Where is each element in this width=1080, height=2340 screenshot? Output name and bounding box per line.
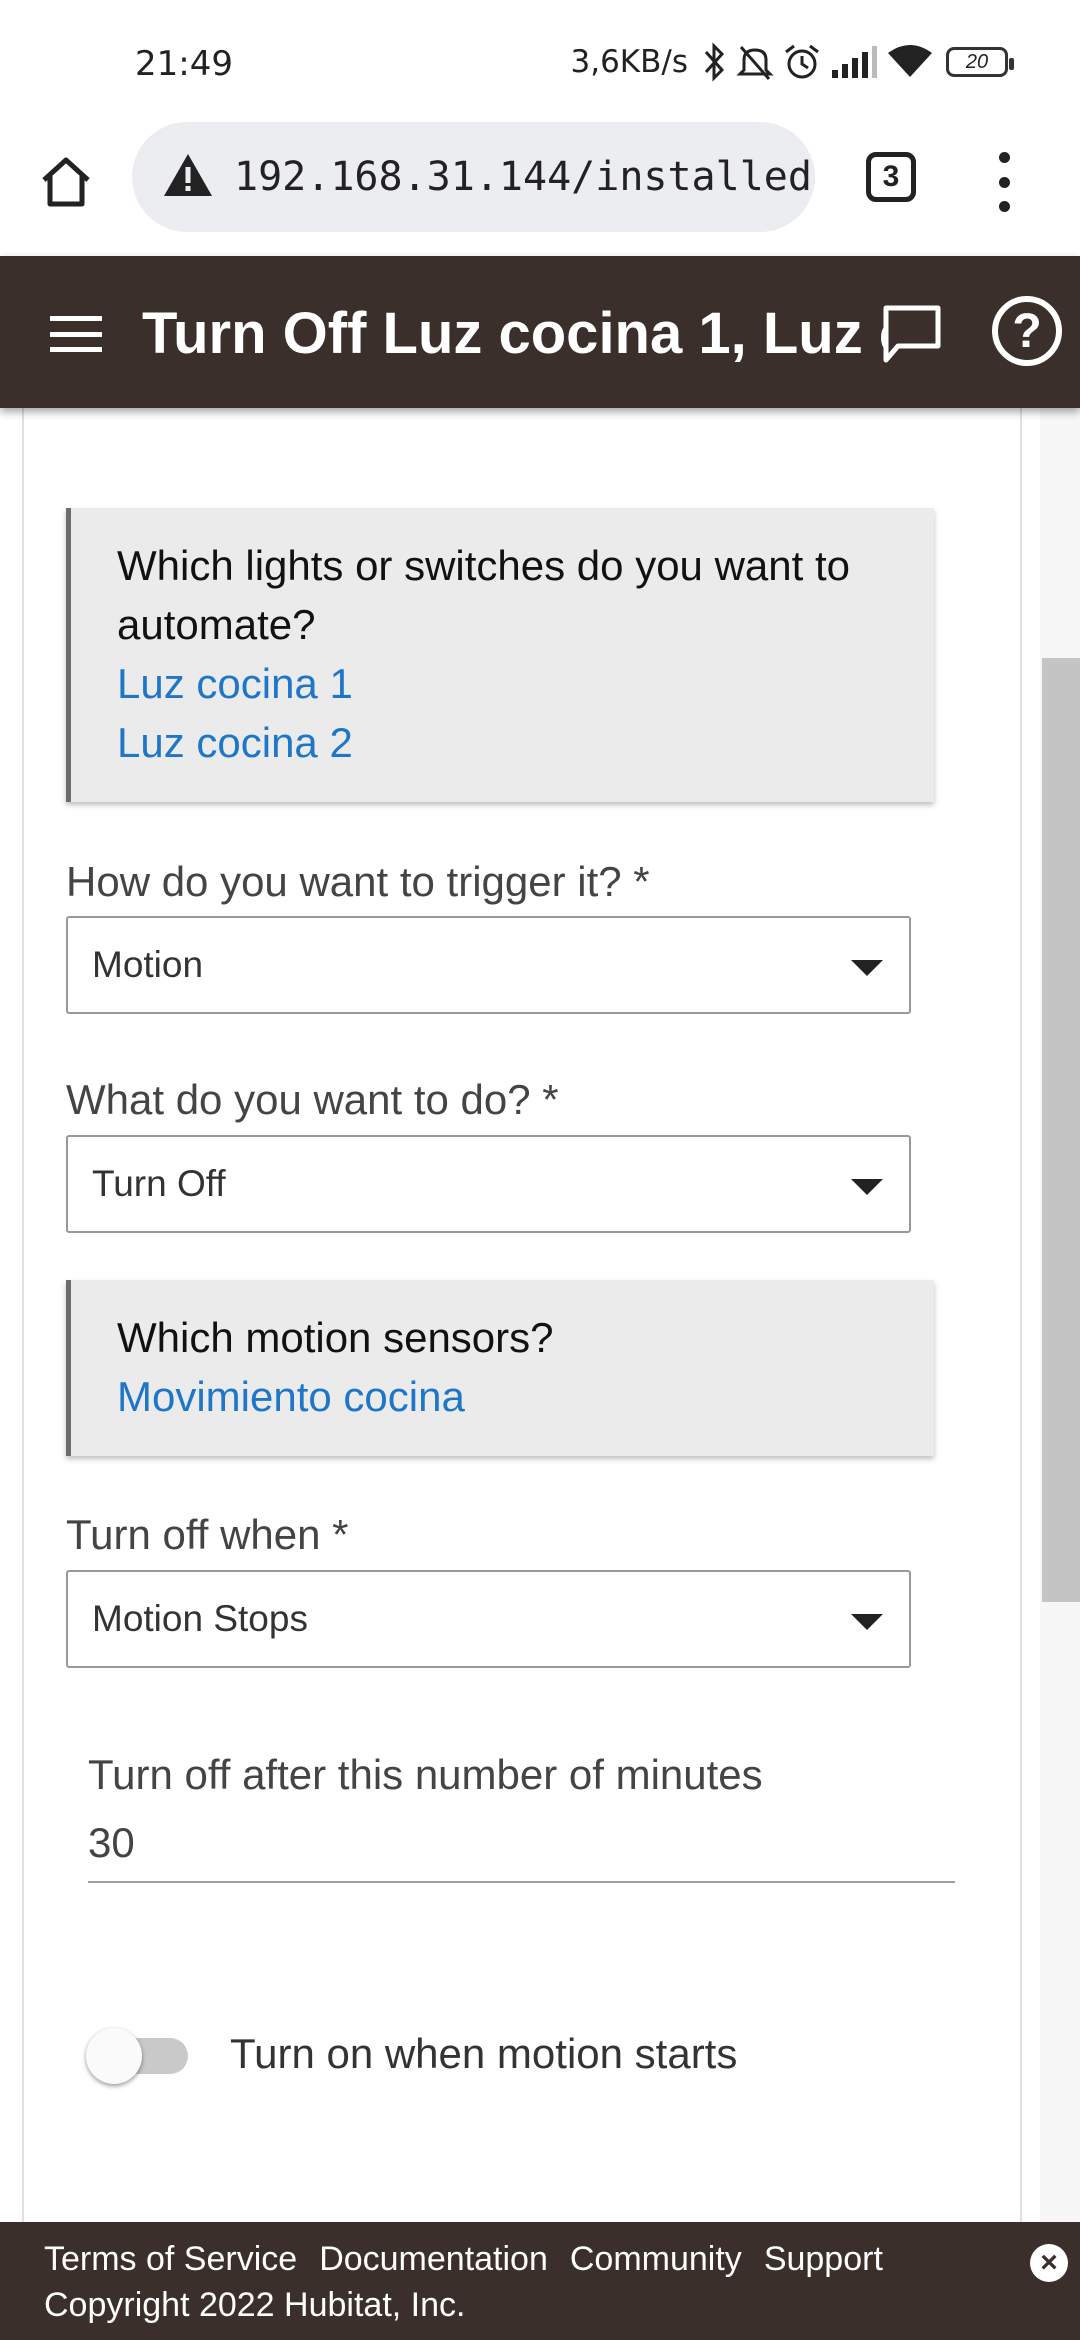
footer-link-support[interactable]: Support	[764, 2240, 883, 2279]
footer-links: Terms of Service Documentation Community…	[44, 2240, 883, 2279]
mute-icon	[736, 42, 774, 82]
action-value: Turn Off	[92, 1163, 226, 1204]
tab-count: 3	[882, 160, 900, 193]
status-bar: 21:49 3,6KB/s 20	[0, 0, 1080, 122]
dropdown-arrow-icon	[851, 960, 883, 976]
motion-sensors-selector[interactable]: Which motion sensors? Movimiento cocina	[66, 1280, 934, 1456]
selected-sensor[interactable]: Movimiento cocina	[117, 1367, 904, 1426]
more-options-icon[interactable]	[984, 152, 1024, 212]
sensors-question: Which motion sensors?	[117, 1314, 554, 1361]
selected-light[interactable]: Luz cocina 1	[117, 654, 904, 713]
browser-toolbar: 192.168.31.144/installedapp/c 3	[0, 122, 1080, 256]
help-icon[interactable]: ?	[992, 296, 1062, 366]
status-icons: 3,6KB/s 20	[570, 38, 1014, 86]
app-content: Which lights or switches do you want to …	[0, 408, 1080, 2222]
app-header: Turn Off Luz cocina 1, Luz cocina 2 ?	[0, 256, 1080, 408]
copyright: Copyright 2022 Hubitat, Inc.	[44, 2286, 466, 2324]
network-speed: 3,6KB/s	[570, 44, 689, 80]
toggle-knob[interactable]	[86, 2028, 142, 2084]
page-title: Turn Off Luz cocina 1, Luz cocina 2	[142, 301, 887, 366]
bluetooth-icon	[702, 42, 728, 82]
minutes-input[interactable]: 30	[88, 1819, 135, 1867]
tab-switcher-button[interactable]: 3	[866, 152, 916, 202]
url-bar[interactable]: 192.168.31.144/installedapp/c	[132, 122, 815, 232]
footer-link-community[interactable]: Community	[570, 2240, 742, 2279]
trigger-label: How do you want to trigger it? *	[66, 858, 650, 905]
menu-icon[interactable]	[50, 316, 102, 352]
battery-icon: 20	[946, 47, 1014, 77]
warning-icon[interactable]	[162, 152, 214, 198]
trigger-select[interactable]: Motion	[66, 916, 911, 1014]
toggle-label: Turn on when motion starts	[230, 2030, 738, 2077]
turn-off-when-select[interactable]: Motion Stops	[66, 1570, 911, 1668]
wifi-icon	[886, 43, 934, 81]
lights-selector[interactable]: Which lights or switches do you want to …	[66, 508, 934, 802]
status-time: 21:49	[135, 44, 233, 84]
close-icon[interactable]: ×	[1030, 2244, 1068, 2282]
dropdown-arrow-icon	[851, 1614, 883, 1630]
scrollbar-thumb[interactable]	[1042, 658, 1080, 1602]
footer-link-documentation[interactable]: Documentation	[319, 2240, 548, 2279]
selected-light[interactable]: Luz cocina 2	[117, 713, 904, 772]
alarm-icon	[782, 42, 822, 82]
action-select[interactable]: Turn Off	[66, 1135, 911, 1233]
action-label: What do you want to do? *	[66, 1076, 559, 1123]
battery-level: 20	[965, 50, 989, 73]
footer-link-terms[interactable]: Terms of Service	[44, 2240, 297, 2279]
home-icon[interactable]	[36, 152, 96, 212]
minutes-label: Turn off after this number of minutes	[88, 1751, 763, 1798]
minutes-input-underline	[88, 1881, 955, 1883]
turn-off-when-value: Motion Stops	[92, 1598, 308, 1639]
footer: Terms of Service Documentation Community…	[0, 2222, 1080, 2340]
turn-off-when-label: Turn off when *	[66, 1511, 349, 1558]
lights-question: Which lights or switches do you want to …	[117, 542, 850, 648]
trigger-value: Motion	[92, 944, 204, 985]
signal-icon	[830, 44, 878, 80]
chat-icon[interactable]	[880, 302, 944, 366]
url-text[interactable]: 192.168.31.144/installedapp/c	[234, 154, 815, 200]
dropdown-arrow-icon	[851, 1179, 883, 1195]
